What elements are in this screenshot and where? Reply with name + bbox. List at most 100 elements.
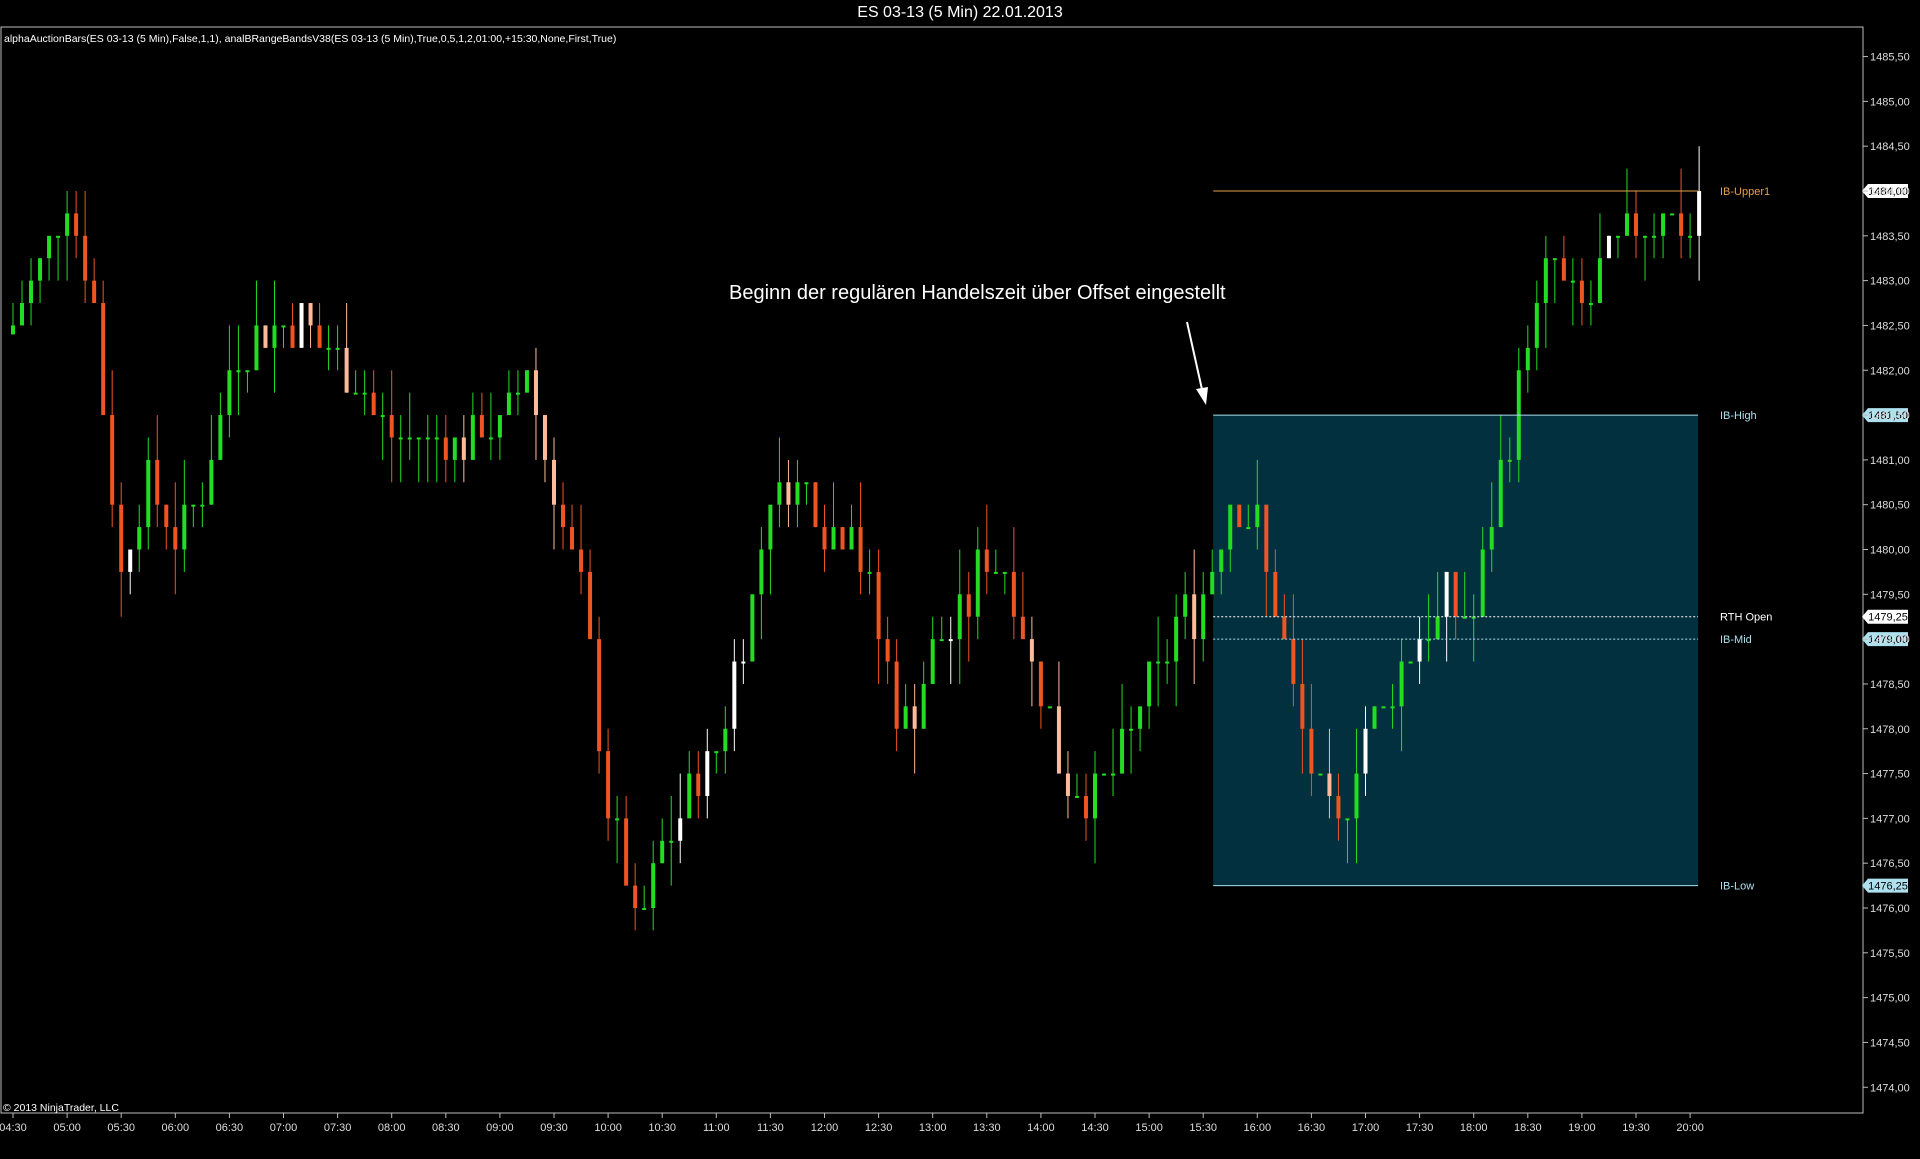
candle-body [894,661,899,729]
candle-body [1183,594,1188,617]
candle [209,415,214,505]
candle [561,482,566,550]
candle-body [1417,639,1422,662]
candle-body [1192,594,1197,640]
candle [1029,616,1034,707]
candle [299,303,304,348]
time-axis[interactable]: 04:30 05:00 05:30 06:00 06:30 07:00 07:30 08:00… [0,1113,1704,1134]
candle [741,639,746,684]
candle [1408,661,1413,664]
candle-body [200,504,205,507]
candle [1561,235,1566,281]
candle-body [1255,504,1260,528]
candle-body [1228,504,1233,550]
candle [1552,258,1557,304]
candle [732,639,737,752]
candle-body [1309,728,1314,774]
price-axis[interactable]: 1474,00 1474,50 1475,00 1475,50 1476,00 1476,… [1863,52,1910,1095]
candle [272,280,277,393]
price-tick-label: 1484,00 [1870,186,1910,198]
candle-body [1111,773,1116,776]
candle-body [642,908,647,910]
candle-body [1381,706,1386,709]
candle [479,392,484,438]
price-tick-label: 1475,00 [1870,993,1910,1005]
candle-body [1652,235,1657,238]
candle [452,437,457,483]
candle [1120,683,1125,774]
candle [1074,773,1079,798]
candle-body [1201,594,1206,640]
candle-body [506,392,511,416]
candle [1183,571,1188,640]
candle [957,549,962,684]
candle [443,415,448,483]
candle [146,437,151,550]
candle-body [1498,459,1503,528]
candle [1056,661,1061,774]
candle [1588,280,1593,326]
candle-body [425,437,430,440]
candle-body [542,415,547,460]
candle [1138,706,1143,752]
level-label: RTH Open [1720,612,1772,624]
candle-body [20,303,25,326]
level-label: IB-High [1720,410,1757,422]
candle [786,459,791,528]
candle-body [597,639,602,752]
candle [840,527,845,550]
candle-body [813,482,818,528]
candle-body [326,347,331,350]
candle-body [344,347,349,393]
price-tick-label: 1479,50 [1870,589,1910,601]
candle [1615,235,1620,259]
candle-body [714,751,719,754]
candle [371,370,376,416]
candlestick-chart[interactable]: alphaAuctionBars(ES 03-13 (5 Min),False,… [0,0,1920,1159]
time-tick-label: 18:00 [1460,1122,1488,1134]
candle-body [1074,795,1079,798]
candle-body [624,818,629,886]
candle [939,616,944,642]
candle-body [497,415,502,438]
candle [858,482,863,595]
candle-body [1525,347,1530,371]
candle-body [975,549,980,617]
candle-body [164,504,169,528]
candle-body [1354,773,1359,819]
level-label: IB-Mid [1720,634,1752,646]
candle [254,280,259,371]
candle-body [1273,571,1278,617]
time-tick-label: 13:00 [919,1122,947,1134]
price-tick-label: 1482,00 [1870,365,1910,377]
candle-body [1588,303,1593,306]
candle-body [1634,213,1638,236]
level-label: IB-Upper1 [1720,186,1770,198]
candle-body [1615,235,1620,238]
candle [38,258,43,304]
time-tick-label: 11:30 [757,1122,784,1134]
candle-body [245,370,250,373]
candle [1083,773,1088,841]
candle-body [1282,616,1287,640]
candle [1174,594,1179,707]
candle-body [1002,571,1007,574]
candle [227,325,232,438]
candle-body [1408,661,1413,664]
candle-body [678,818,683,841]
candle-body [732,661,737,729]
candle [660,818,665,864]
candle-body [398,437,403,440]
candle [768,504,773,595]
candle-body [389,415,394,438]
candle [533,347,538,460]
candle [47,235,52,281]
candle-body [461,437,466,460]
candle [1643,235,1648,281]
time-tick-label: 10:30 [648,1122,676,1134]
candle-body [479,415,484,438]
candle [353,370,358,395]
candle-body [146,459,151,528]
candle [389,370,394,483]
candle [335,325,340,371]
